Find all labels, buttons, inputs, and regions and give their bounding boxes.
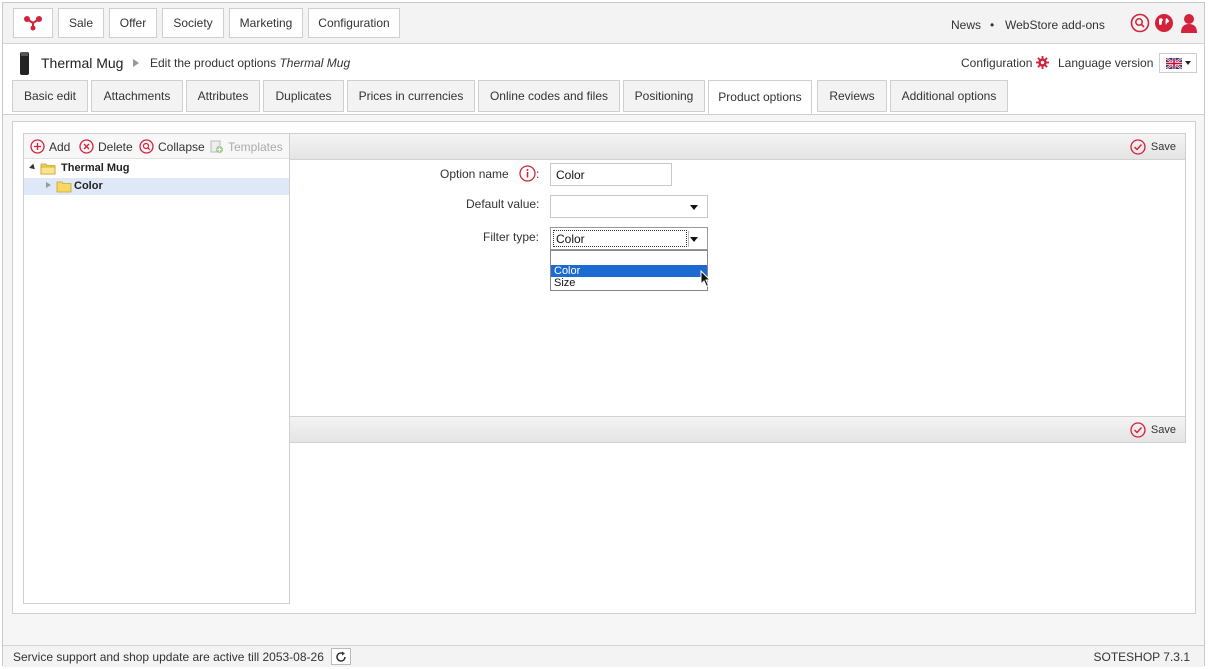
templates-label: Templates [228, 139, 283, 154]
configuration-label: Configuration [961, 56, 1033, 70]
save-label: Save [1150, 424, 1176, 436]
product-title: Thermal Mug [41, 55, 124, 71]
nav-marketing[interactable]: Marketing [229, 8, 303, 38]
top-save-bar: Save [290, 134, 1185, 160]
news-link[interactable]: News [951, 18, 981, 32]
uk-flag-icon [1165, 57, 1182, 69]
expanded-arrow-icon[interactable] [29, 163, 37, 172]
save-label: Save [1150, 141, 1176, 153]
plus-circle-icon [30, 139, 45, 154]
nav-sale[interactable]: Sale [58, 8, 104, 38]
tab-positioning[interactable]: Positioning [623, 80, 705, 112]
collapse-search-icon [139, 139, 154, 154]
status-footer: Service support and shop update are acti… [3, 645, 1204, 667]
tree-node-label: Color [74, 180, 103, 192]
collapse-button[interactable]: Collapse [139, 139, 205, 154]
home-logo-button[interactable] [13, 8, 53, 38]
gear-icon[interactable] [1036, 56, 1049, 69]
dropdown-option-size[interactable]: Size [551, 277, 707, 289]
tree-toolbar: Add Delete Collapse Templates [24, 134, 289, 159]
bottom-save-bar: Save [290, 416, 1185, 443]
options-tree-panel: Add Delete Collapse Templates Thermal Mu… [23, 133, 290, 604]
select-divider [688, 231, 689, 247]
filter-type-select[interactable]: Color [550, 227, 708, 250]
page-subtitle: Edit the product options Thermal Mug [150, 56, 350, 70]
add-label: Add [49, 139, 71, 154]
tab-bar: Basic edit Attachments Attributes Duplic… [3, 80, 1204, 115]
tab-duplicates[interactable]: Duplicates [263, 80, 344, 112]
delete-button[interactable]: Delete [79, 139, 133, 154]
tab-attributes[interactable]: Attributes [186, 80, 260, 112]
check-circle-icon [1130, 139, 1146, 155]
check-circle-icon [1130, 422, 1146, 438]
subtitle-prefix: Edit the product options [150, 56, 277, 70]
service-status-text: Service support and shop update are acti… [13, 650, 324, 664]
add-button[interactable]: Add [30, 139, 70, 154]
option-name-colon: : [536, 167, 540, 181]
folder-open-icon [40, 163, 56, 175]
collapse-label: Collapse [158, 139, 205, 154]
nav-configuration[interactable]: Configuration [308, 8, 400, 38]
product-thumbnail [20, 52, 29, 75]
user-icon[interactable] [1180, 13, 1198, 33]
nav-separator: • [990, 18, 995, 32]
nav-society[interactable]: Society [162, 8, 224, 38]
refresh-button[interactable] [331, 648, 351, 665]
option-name-input[interactable] [550, 163, 672, 186]
option-edit-form: Save Save [290, 133, 1186, 443]
webstore-addons-link[interactable]: WebStore add-ons [1005, 18, 1105, 32]
tree-node-color[interactable]: Color [24, 178, 289, 195]
filter-type-label: Filter type: [483, 230, 540, 244]
product-header: Thermal Mug Edit the product options The… [3, 44, 1204, 80]
save-button-bottom[interactable]: Save [1130, 422, 1176, 438]
tree-root-node[interactable]: Thermal Mug [24, 160, 289, 177]
chevron-down-icon [690, 237, 698, 242]
tab-additional-options[interactable]: Additional options [890, 80, 1008, 112]
nav-offer[interactable]: Offer [109, 8, 157, 38]
default-value-label: Default value: [466, 197, 540, 211]
tab-basic-edit[interactable]: Basic edit [12, 80, 88, 112]
mouse-pointer-icon [700, 270, 712, 288]
tab-prices-in-currencies[interactable]: Prices in currencies [347, 80, 475, 112]
folder-icon [56, 181, 72, 193]
dropdown-option-color[interactable]: Color [551, 265, 707, 277]
subtitle-product: Thermal Mug [279, 56, 351, 70]
configuration-link[interactable]: Configuration [961, 56, 1032, 70]
tab-product-options[interactable]: Product options [708, 80, 812, 114]
template-add-icon [210, 140, 223, 153]
tab-reviews[interactable]: Reviews [817, 80, 887, 112]
save-button-top[interactable]: Save [1130, 139, 1176, 155]
language-version-label: Language version [1058, 56, 1154, 70]
templates-button[interactable]: Templates [209, 139, 283, 154]
info-icon[interactable] [519, 165, 536, 182]
breadcrumb-arrow-icon [133, 59, 139, 67]
delete-circle-icon [79, 139, 94, 154]
logo-icon [24, 16, 42, 31]
top-navigation: Sale Offer Society Marketing Configurati… [3, 3, 1204, 44]
refresh-icon [336, 651, 346, 662]
filter-type-text: Color [556, 232, 585, 246]
chevron-down-icon [1184, 61, 1191, 65]
globe-icon[interactable] [1154, 13, 1174, 33]
filter-type-dropdown: Color Size [550, 250, 708, 291]
dropdown-option-empty[interactable] [551, 252, 707, 264]
default-value-select[interactable] [550, 195, 708, 218]
option-name-label: Option name [440, 167, 509, 181]
tree-root-label: Thermal Mug [61, 162, 130, 174]
chevron-down-icon [690, 205, 698, 210]
collapsed-arrow-icon[interactable] [46, 182, 51, 188]
tab-online-codes-and-files[interactable]: Online codes and files [478, 80, 620, 112]
search-icon[interactable] [1130, 13, 1150, 33]
tab-attachments[interactable]: Attachments [91, 80, 183, 112]
version-label: SOTESHOP 7.3.1 [1093, 650, 1191, 664]
language-select[interactable] [1159, 53, 1197, 73]
delete-label: Delete [98, 139, 133, 154]
